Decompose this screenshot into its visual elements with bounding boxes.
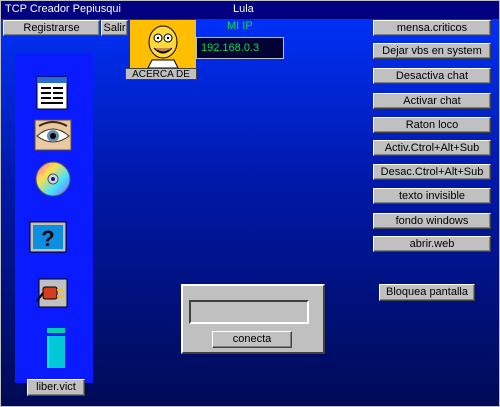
plug-icon[interactable]: [33, 273, 73, 313]
exit-button[interactable]: Salir: [101, 20, 128, 36]
avatar-image: [130, 20, 196, 69]
svg-text:?: ?: [41, 226, 54, 251]
title-center-label: Lula: [233, 3, 254, 15]
eye-icon[interactable]: [33, 116, 73, 156]
dejar-vbs-button[interactable]: Dejar vbs en system: [373, 43, 491, 59]
ip-address-display: 192.168.0.3: [196, 37, 284, 59]
title-bar[interactable]: TCP Creador Pepiusqui Lula: [1, 1, 499, 19]
register-button[interactable]: Registrarse: [3, 20, 100, 36]
fondo-windows-button[interactable]: fondo windows: [373, 213, 491, 229]
connect-input[interactable]: [189, 300, 309, 324]
liber-vict-button[interactable]: liber.vict: [27, 379, 85, 396]
activar-chat-button[interactable]: Activar chat: [373, 93, 491, 109]
connect-button[interactable]: conecta: [212, 331, 292, 348]
cd-icon[interactable]: [33, 159, 73, 199]
document-icon[interactable]: [33, 73, 73, 113]
texto-invisible-button[interactable]: texto invisible: [373, 188, 491, 204]
bloquea-pantalla-button[interactable]: Bloquea pantalla: [379, 284, 475, 301]
abrir-web-button[interactable]: abrir.web: [373, 236, 491, 252]
app-window: TCP Creador Pepiusqui Lula Registrarse S…: [0, 0, 500, 407]
window-title: TCP Creador Pepiusqui: [5, 3, 121, 15]
raton-loco-button[interactable]: Raton loco: [373, 117, 491, 133]
file-icon[interactable]: [41, 328, 71, 368]
about-button[interactable]: ACERCA DE: [125, 68, 197, 80]
desactiva-chat-button[interactable]: Desactiva chat: [373, 68, 491, 84]
my-ip-label: MI IP: [227, 20, 253, 32]
mensa-criticos-button[interactable]: mensa.criticos: [373, 20, 491, 36]
desac-ctrol-alt-sub-button[interactable]: Desac.Ctrol+Alt+Sub: [373, 164, 491, 180]
activ-ctrol-alt-sub-button[interactable]: Activ.Ctrol+Alt+Sub: [373, 140, 491, 156]
help-icon[interactable]: ?: [28, 218, 68, 258]
